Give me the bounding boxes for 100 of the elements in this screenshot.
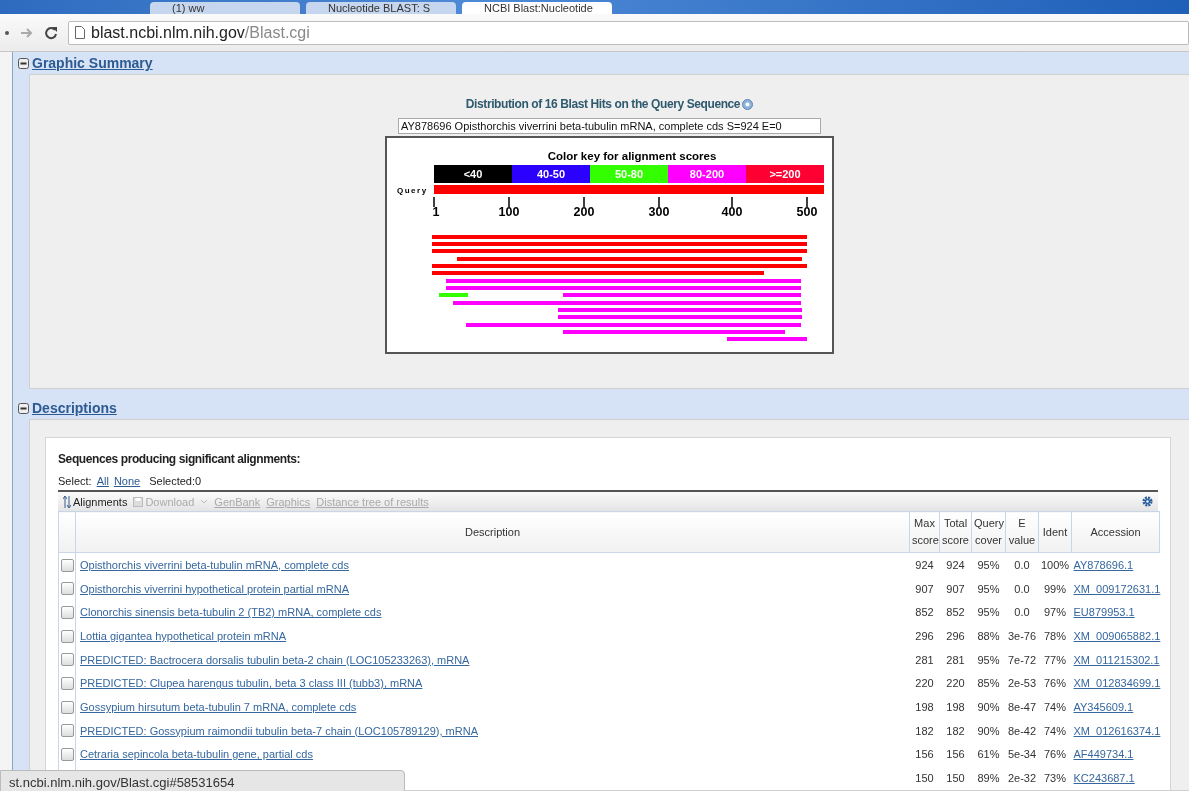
- column-header[interactable]: Description: [75, 511, 910, 553]
- row-checkbox[interactable]: [61, 606, 74, 619]
- page-icon: [75, 26, 85, 39]
- table-cell: 76%: [1044, 748, 1066, 761]
- table-cell: 296: [946, 629, 965, 642]
- accession-link[interactable]: AF449734.1: [1073, 748, 1134, 761]
- column-header[interactable]: E value: [1005, 511, 1039, 553]
- accession-link[interactable]: AY878696.1: [1073, 558, 1134, 571]
- table-cell: 0.0: [1014, 558, 1030, 571]
- forward-icon[interactable]: [20, 26, 34, 39]
- sort-icon[interactable]: [63, 494, 71, 509]
- table-cell: 150: [915, 772, 934, 785]
- reload-icon[interactable]: [44, 25, 58, 40]
- table-cell: 95%: [977, 606, 1000, 619]
- collapse-icon[interactable]: [18, 402, 29, 414]
- accession-link[interactable]: XM_011215302.1: [1073, 653, 1160, 666]
- row-checkbox[interactable]: [61, 724, 74, 738]
- table-cell: 8e-47: [1007, 700, 1037, 713]
- row-checkbox[interactable]: [61, 629, 74, 643]
- table-cell: 61%: [977, 748, 1000, 761]
- table-cell: 852: [946, 606, 965, 619]
- color-key-label: >=200: [769, 168, 801, 180]
- table-cell: 281: [915, 653, 934, 666]
- table-cell: 220: [946, 677, 965, 690]
- table-cell: 220: [915, 677, 934, 690]
- caret-icon[interactable]: [200, 498, 209, 505]
- table-cell: 78%: [1044, 629, 1066, 642]
- table-cell: 76%: [1044, 677, 1066, 690]
- column-header[interactable]: Query cover: [971, 511, 1006, 553]
- hit-info-field: AY878696 Opisthorchis viverrini beta-tubulin mRNA, complete cds S=924 E=0: [398, 118, 821, 134]
- accession-link[interactable]: XM_009065882.1: [1073, 629, 1161, 642]
- description-link[interactable]: Cetraria sepincola beta-tubulin gene, partial cds: [80, 748, 313, 761]
- table-cell: 5e-34: [1007, 748, 1037, 761]
- select-all-link[interactable]: All: [96, 475, 109, 487]
- table-cell: 2e-32: [1007, 772, 1037, 785]
- graphic-title: Distribution of 16 Blast Hits on the Query Sequence: [465, 97, 741, 111]
- row-checkbox[interactable]: [61, 700, 74, 714]
- help-icon[interactable]: [742, 98, 754, 110]
- axis-tick-label: 500: [796, 205, 818, 219]
- description-link[interactable]: Opisthorchis viverrini hypothetical protein partial mRNA: [80, 582, 349, 595]
- table-cell: 924: [915, 558, 934, 571]
- row-checkbox[interactable]: [61, 677, 74, 691]
- table-cell: 90%: [977, 700, 1000, 713]
- select-none-link[interactable]: None: [113, 475, 141, 487]
- axis-tick-label: 1: [432, 205, 440, 219]
- status-url: st.ncbi.nlm.nih.gov/Blast.cgi#58531654: [9, 775, 235, 790]
- row-checkbox[interactable]: [61, 582, 74, 596]
- section-heading-link[interactable]: Descriptions: [32, 400, 117, 416]
- table-cell: 198: [946, 700, 965, 713]
- browser-tab[interactable]: NCBI Blast:Nucleotide: [462, 2, 612, 14]
- collapse-icon[interactable]: [18, 57, 29, 69]
- table-cell: 0.0: [1014, 582, 1030, 595]
- table-cell: 182: [946, 724, 965, 737]
- browser-tab[interactable]: (1) ww: [150, 2, 300, 14]
- table-cell: 74%: [1044, 724, 1066, 737]
- alignments-toggle[interactable]: Alignments: [73, 495, 128, 508]
- table-cell: 0.0: [1014, 606, 1030, 619]
- table-cell: 74%: [1044, 700, 1066, 713]
- table-cell: 156: [946, 748, 965, 761]
- column-header[interactable]: Total score: [939, 511, 972, 553]
- accession-link[interactable]: XM_012616374.1: [1073, 724, 1161, 737]
- axis-tick-label: 300: [648, 205, 670, 219]
- description-link[interactable]: Opisthorchis viverrini beta-tubulin mRNA, complete cds: [80, 558, 349, 571]
- color-key-label: 50-80: [614, 168, 644, 180]
- address-bar[interactable]: blast.ncbi.nlm.nih.gov/Blast.cgi: [68, 20, 1189, 45]
- description-link[interactable]: PREDICTED: Gossypium raimondii tubulin beta-7 chain (LOC105789129), mRNA: [80, 724, 478, 737]
- color-key-label: 40-50: [536, 168, 566, 180]
- table-cell: 281: [946, 653, 965, 666]
- row-checkbox[interactable]: [61, 653, 74, 667]
- description-link[interactable]: Clonorchis sinensis beta-tubulin 2 (TB2) mRNA, complete cds: [80, 606, 382, 619]
- accession-link[interactable]: XM_012834699.1: [1073, 677, 1161, 690]
- description-link[interactable]: Gossypium hirsutum beta-tubulin 7 mRNA, complete cds: [80, 700, 357, 713]
- column-header[interactable]: Max score: [909, 511, 940, 553]
- column-header[interactable]: Ident: [1038, 511, 1072, 553]
- description-link[interactable]: Lottia gigantea hypothetical protein mRNA: [80, 629, 287, 642]
- table-cell: 7e-72: [1007, 653, 1037, 666]
- column-header[interactable]: Accession: [1071, 511, 1160, 553]
- query-label: Query: [397, 186, 428, 195]
- settings-icon[interactable]: [1142, 496, 1153, 507]
- table-cell: 77%: [1044, 653, 1066, 666]
- table-cell: 90%: [977, 724, 1000, 737]
- section-heading-link[interactable]: Graphic Summary: [32, 55, 153, 71]
- section-subtitle: Sequences producing significant alignments:: [58, 452, 302, 466]
- table-cell: 88%: [977, 629, 1000, 642]
- table-cell: 852: [915, 606, 934, 619]
- accession-link[interactable]: XM_009172631.1: [1073, 582, 1161, 595]
- accession-link[interactable]: AY345609.1: [1073, 700, 1134, 713]
- accession-link[interactable]: EU879953.1: [1073, 606, 1135, 619]
- table-cell: 85%: [977, 677, 1000, 690]
- back-icon[interactable]: [4, 29, 10, 36]
- accession-link[interactable]: KC243687.1: [1073, 772, 1135, 785]
- description-link[interactable]: PREDICTED: Bactrocera dorsalis tubulin beta-2 chain (LOC105233263), mRNA: [80, 653, 470, 666]
- table-cell: 99%: [1044, 582, 1066, 595]
- table-cell: 296: [915, 629, 934, 642]
- row-checkbox[interactable]: [61, 558, 74, 572]
- table-cell: 156: [915, 748, 934, 761]
- browser-tab[interactable]: Nucleotide BLAST: S: [306, 2, 456, 14]
- description-link[interactable]: PREDICTED: Clupea harengus tubulin, beta 3 class III (tubb3), mRNA: [80, 677, 423, 690]
- axis-tick-label: 400: [721, 205, 743, 219]
- row-checkbox[interactable]: [61, 748, 74, 762]
